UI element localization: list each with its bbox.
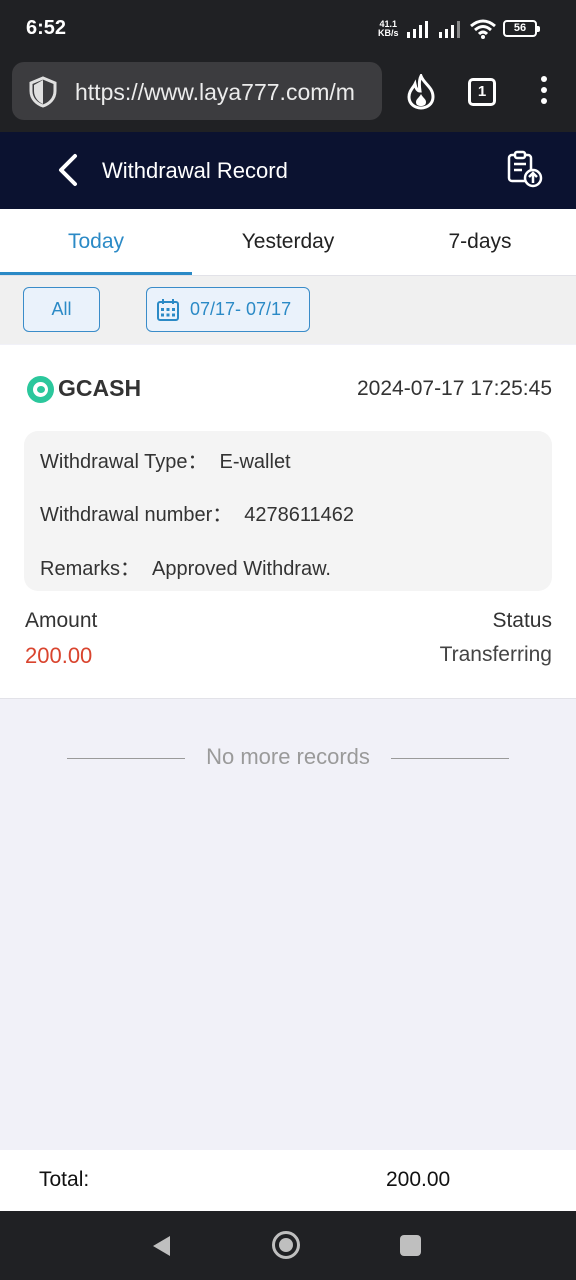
nav-back-icon[interactable] [151,1234,171,1258]
battery-icon: 56 [503,20,540,37]
withdrawal-number-label: Withdrawal number： [40,504,233,526]
tab-today[interactable]: Today [0,209,192,275]
total-value: 200.00 [386,1168,451,1191]
tab-yesterday[interactable]: Yesterday [192,209,384,275]
filter-all-button[interactable]: All [23,287,100,332]
network-speed-unit: KB/s [378,28,399,38]
no-more-records: No more records [0,744,576,774]
tab-7-days[interactable]: 7-days [384,209,576,275]
divider-right [391,758,509,759]
remarks-label: Remarks： [40,558,141,580]
signal-icon [407,21,428,38]
clipboard-upload-icon[interactable] [504,149,544,189]
active-tab-indicator [0,272,192,275]
withdrawal-type-value: E-wallet [219,451,291,473]
page-title: Withdrawal Record [102,158,288,183]
date-tab-bar: Today Yesterday 7-days [0,209,576,276]
app-header: Withdrawal Record [0,132,576,209]
shield-icon[interactable] [28,76,58,108]
date-range-text: 07/17- 07/17 [190,299,292,319]
nav-recents-icon[interactable] [400,1235,421,1256]
total-footer: Total: 200.00 [0,1150,576,1211]
withdrawal-type-row: Withdrawal Type： E-wallet [40,445,291,474]
amount-label: Amount [25,609,98,632]
system-navigation-bar [0,1211,576,1280]
browser-toolbar: https://www.laya777.com/m 1 [0,58,576,132]
gcash-logo-icon [27,376,54,403]
status-time: 6:52 [26,17,67,39]
nav-home-icon[interactable] [271,1230,301,1260]
wifi-icon [470,19,496,39]
signal-icon-2 [439,21,460,38]
total-label: Total: [39,1168,90,1191]
record-details: Withdrawal Type： E-wallet Withdrawal numb… [24,431,552,591]
url-text[interactable]: https://www.laya777.com/m [75,79,367,106]
withdrawal-number-value: 4278611462 [244,504,355,526]
network-speed: 41.1 KB/s [378,20,399,38]
status-value: Transferring [439,643,552,666]
tab-switcher-button[interactable]: 1 [468,78,496,106]
flame-icon[interactable] [406,74,436,110]
back-arrow-icon[interactable] [54,152,82,188]
withdrawal-record-card: GCASH 2024-07-17 17:25:45 Withdrawal Typ… [0,345,576,699]
withdrawal-type-label: Withdrawal Type： [40,451,208,473]
record-timestamp: 2024-07-17 17:25:45 [357,377,552,400]
browser-menu-icon[interactable] [537,76,551,110]
amount-value: 200.00 [25,643,93,668]
remarks-value: Approved Withdraw. [152,558,331,580]
no-more-records-text: No more records [206,744,370,769]
address-bar[interactable]: https://www.laya777.com/m [12,62,382,120]
remarks-row: Remarks： Approved Withdraw. [40,552,331,581]
calendar-icon [157,299,179,321]
payment-channel: GCASH [58,375,142,401]
withdrawal-number-row: Withdrawal number： 4278611462 [40,498,354,527]
status-bar: 6:52 41.1 KB/s 56 [0,0,576,58]
date-range-button[interactable]: 07/17- 07/17 [146,287,310,332]
filter-bar: All 07/17- 07/17 [0,276,576,344]
status-label: Status [492,609,552,632]
